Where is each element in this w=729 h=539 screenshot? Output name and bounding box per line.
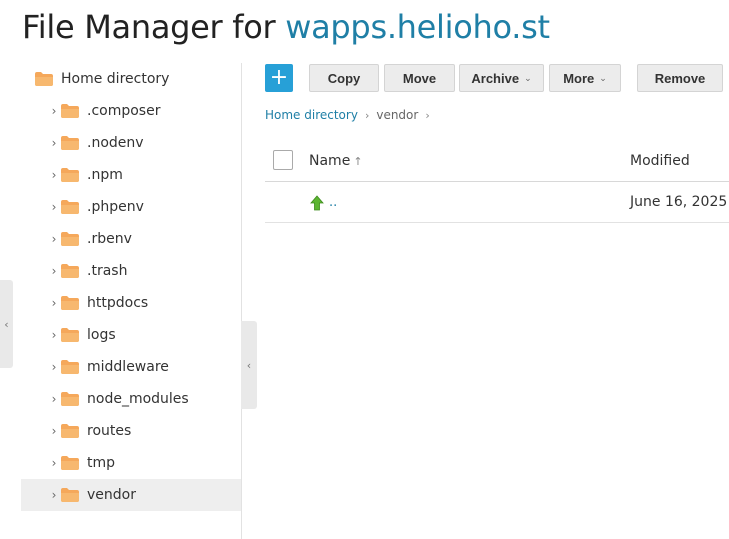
tree-item-trash[interactable]: › .trash bbox=[21, 255, 241, 287]
left-panel-collapse-handle[interactable]: ‹ bbox=[0, 280, 13, 368]
page-title: File Manager for wapps.helioho.st bbox=[22, 8, 550, 46]
column-header-modified[interactable]: Modified bbox=[630, 153, 690, 169]
column-header-name[interactable]: Name ↑ bbox=[309, 153, 363, 169]
table-header: Name ↑ Modified bbox=[265, 140, 729, 182]
table-row[interactable]: .. June 16, 2025 0 bbox=[265, 183, 729, 223]
page-title-prefix: File Manager for bbox=[22, 8, 286, 46]
chevron-right-icon[interactable]: › bbox=[47, 488, 61, 502]
tree-item-npm[interactable]: › .npm bbox=[21, 159, 241, 191]
tree-item-label: middleware bbox=[87, 359, 169, 375]
copy-button[interactable]: Copy bbox=[309, 64, 379, 92]
chevron-right-icon: › bbox=[364, 108, 370, 122]
folder-icon bbox=[61, 456, 79, 470]
folder-icon bbox=[61, 104, 79, 118]
chevron-right-icon[interactable]: › bbox=[47, 200, 61, 214]
move-button-label: Move bbox=[402, 70, 437, 86]
folder-icon bbox=[35, 72, 53, 86]
add-button[interactable]: + bbox=[265, 64, 293, 92]
tree-item-composer[interactable]: › .composer bbox=[21, 95, 241, 127]
remove-button[interactable]: Remove bbox=[637, 64, 723, 92]
tree-item-routes[interactable]: › routes bbox=[21, 415, 241, 447]
panel-divider bbox=[241, 63, 242, 539]
more-button[interactable]: More ⌄ bbox=[549, 64, 621, 92]
chevron-right-icon: › bbox=[425, 108, 430, 122]
tree-item-label: node_modules bbox=[87, 391, 189, 407]
move-button[interactable]: Move bbox=[384, 64, 455, 92]
archive-button[interactable]: Archive ⌄ bbox=[459, 64, 544, 92]
tree-item-phpenv[interactable]: › .phpenv bbox=[21, 191, 241, 223]
tree-item-tmp[interactable]: › tmp bbox=[21, 447, 241, 479]
tree-item-httpdocs[interactable]: › httpdocs bbox=[21, 287, 241, 319]
folder-icon bbox=[61, 232, 79, 246]
tree-item-label: tmp bbox=[87, 455, 116, 471]
chevron-left-icon: ‹ bbox=[246, 358, 252, 372]
chevron-left-icon: ‹ bbox=[4, 317, 9, 331]
chevron-right-icon[interactable]: › bbox=[47, 136, 61, 150]
remove-button-label: Remove bbox=[654, 70, 706, 86]
row-modified-date: June 16, 2025 0 bbox=[630, 194, 729, 210]
page-title-domain[interactable]: wapps.helioho.st bbox=[285, 8, 550, 46]
folder-icon bbox=[61, 360, 79, 374]
folder-icon bbox=[61, 168, 79, 182]
tree-item-nodenv[interactable]: › .nodenv bbox=[21, 127, 241, 159]
more-button-label: More bbox=[563, 70, 595, 86]
folder-icon bbox=[61, 264, 79, 278]
folder-icon bbox=[61, 392, 79, 406]
tree-item-label: logs bbox=[87, 327, 116, 343]
chevron-right-icon[interactable]: › bbox=[47, 424, 61, 438]
chevron-right-icon[interactable]: › bbox=[47, 296, 61, 310]
tree-item-label: .nodenv bbox=[87, 135, 144, 151]
folder-icon bbox=[61, 200, 79, 214]
tree-item-label: Home directory bbox=[61, 71, 170, 87]
tree-item-rbenv[interactable]: › .rbenv bbox=[21, 223, 241, 255]
chevron-right-icon[interactable]: › bbox=[47, 360, 61, 374]
chevron-right-icon[interactable]: › bbox=[47, 392, 61, 406]
tree-item-label: routes bbox=[87, 423, 132, 439]
column-name-label: Name bbox=[309, 153, 351, 169]
folder-icon bbox=[61, 296, 79, 310]
breadcrumb-current[interactable]: vendor bbox=[376, 108, 418, 122]
tree-item-node-modules[interactable]: › node_modules bbox=[21, 383, 241, 415]
tree-item-middleware[interactable]: › middleware bbox=[21, 351, 241, 383]
folder-icon bbox=[61, 488, 79, 502]
tree-panel-collapse-handle[interactable]: ‹ bbox=[241, 321, 257, 409]
tree-item-label: httpdocs bbox=[87, 295, 149, 311]
chevron-down-icon: ⌄ bbox=[599, 72, 607, 83]
tree-item-logs[interactable]: › logs bbox=[21, 319, 241, 351]
breadcrumb-home-link[interactable]: Home directory bbox=[265, 108, 358, 122]
archive-button-label: Archive bbox=[471, 70, 520, 86]
up-arrow-icon bbox=[309, 195, 325, 211]
chevron-right-icon[interactable]: › bbox=[47, 328, 61, 342]
tree-item-label: .phpenv bbox=[87, 199, 144, 215]
chevron-right-icon[interactable]: › bbox=[47, 232, 61, 246]
chevron-down-icon: ⌄ bbox=[524, 72, 532, 83]
tree-item-label: vendor bbox=[87, 487, 136, 503]
directory-tree: Home directory › .composer › .nodenv › .npm ›.… bbox=[21, 63, 241, 511]
tree-item-label: .composer bbox=[87, 103, 161, 119]
tree-item-label: .npm bbox=[87, 167, 123, 183]
breadcrumb: Home directory › vendor › bbox=[265, 108, 437, 122]
chevron-right-icon[interactable]: › bbox=[47, 104, 61, 118]
parent-directory-link[interactable]: .. bbox=[329, 195, 337, 210]
tree-item-vendor[interactable]: › vendor bbox=[21, 479, 241, 511]
tree-root-home-directory[interactable]: Home directory bbox=[21, 63, 241, 95]
folder-icon bbox=[61, 328, 79, 342]
folder-icon bbox=[61, 424, 79, 438]
chevron-right-icon[interactable]: › bbox=[47, 264, 61, 278]
copy-button-label: Copy bbox=[327, 70, 361, 86]
tree-item-label: .trash bbox=[87, 263, 128, 279]
sort-ascending-icon: ↑ bbox=[353, 155, 363, 168]
folder-icon bbox=[61, 136, 79, 150]
tree-item-label: .rbenv bbox=[87, 231, 132, 247]
select-all-checkbox[interactable] bbox=[273, 150, 293, 170]
chevron-right-icon[interactable]: › bbox=[47, 456, 61, 470]
chevron-right-icon[interactable]: › bbox=[47, 168, 61, 182]
